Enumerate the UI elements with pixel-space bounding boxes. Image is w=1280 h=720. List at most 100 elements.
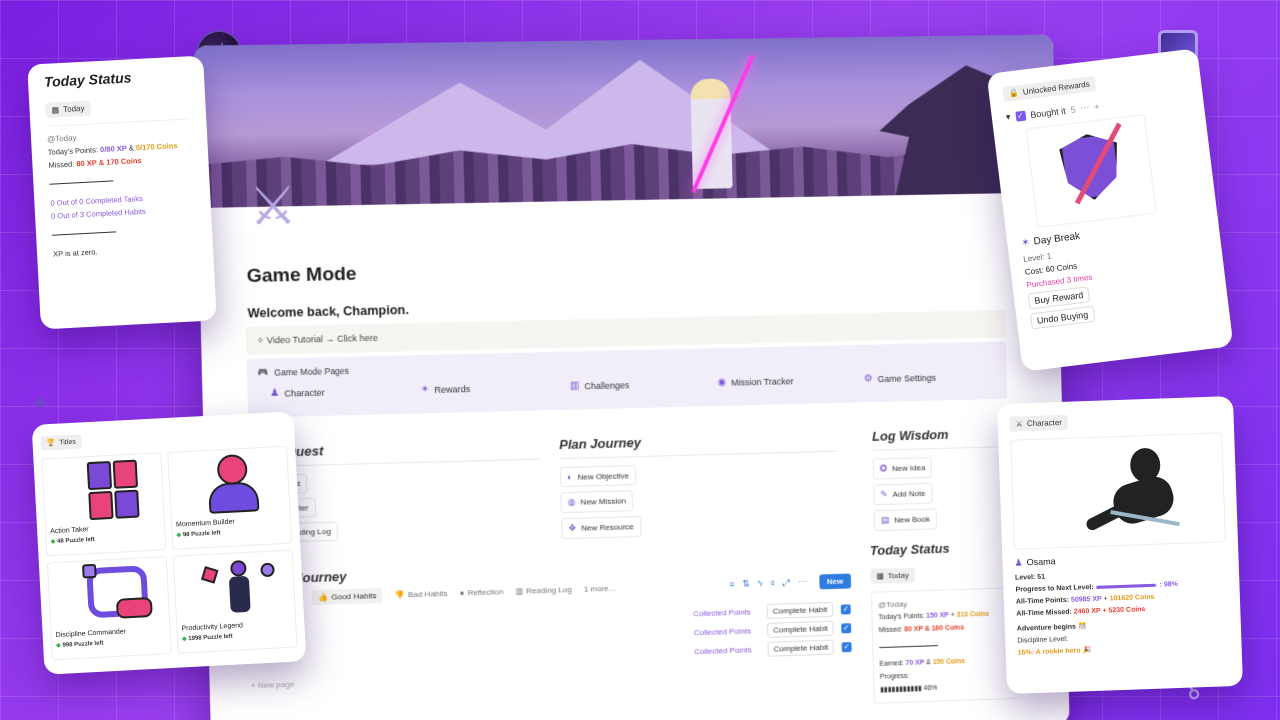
tab-reflection[interactable]: ● Reflection [460, 587, 504, 597]
today-chip[interactable]: ▦ Today [45, 100, 91, 118]
habit-checkbox[interactable]: ✓ [840, 603, 851, 615]
main-page: ⚔ Game Mode Welcome back, Champion. ✧ Vi… [193, 34, 1070, 720]
habit-checkbox[interactable]: ✓ [841, 622, 852, 633]
button-label: Add Note [892, 488, 926, 499]
filter-icon[interactable]: ≡ [729, 579, 734, 590]
complete-habit-button[interactable]: Complete Habit [766, 601, 834, 619]
character-name[interactable]: Osama [1026, 556, 1055, 568]
new-idea-button[interactable]: ✪ New Idea [872, 457, 933, 480]
page-link-character[interactable]: ♟ Character [258, 385, 409, 400]
page-link-challenges[interactable]: ▥ Challenges [558, 377, 706, 392]
button-label: New Objective [577, 470, 630, 482]
button-label: New Book [894, 514, 931, 525]
tab-label: Bad Habits [407, 588, 448, 600]
new-objective-button[interactable]: ◐ New Objective [559, 465, 637, 488]
trophy-icon: 🏆 [46, 439, 56, 448]
buy-reward-button[interactable]: Buy Reward [1027, 286, 1091, 310]
new-mission-button[interactable]: ◍ New Mission [560, 490, 634, 514]
tab-bad-habits[interactable]: 👎 Bad Habits [395, 589, 448, 600]
title-card-action-taker[interactable]: Action Taker ◆ 48 Puzzle left [41, 452, 167, 557]
more-options-icon[interactable]: ⋯ [798, 577, 807, 588]
momentum-builder-image [172, 450, 285, 518]
search-icon[interactable]: ⌕ [770, 578, 775, 589]
journey-heading: Journey [294, 568, 347, 586]
new-entry-button[interactable]: New [818, 573, 852, 590]
lightning-icon[interactable]: ϟ [758, 578, 763, 589]
side-today-status-heading: Today Status [869, 540, 950, 559]
page-link-mission-tracker[interactable]: ◉ Mission Tracker [705, 374, 852, 389]
tab-label: Good Habits [331, 591, 377, 602]
divider [49, 180, 114, 185]
side-today-status: Today Status ▦ Today @Today Today's Point… [870, 539, 1021, 704]
earned-label: Earned: [879, 660, 904, 668]
add-note-button[interactable]: ✎ Add Note [873, 482, 933, 506]
tab-label: Reading Log [526, 585, 572, 596]
new-book-button[interactable]: ▤ New Book [873, 508, 938, 532]
button-label: New Mission [580, 496, 627, 507]
add-icon[interactable]: + [1094, 101, 1100, 112]
alltime-missed-label: All-Time Missed: [1016, 608, 1072, 618]
puzzle-left: 1998 Puzzle left [188, 633, 233, 643]
button-label: New Resource [581, 522, 634, 533]
undo-buying-button[interactable]: Undo Buying [1030, 305, 1096, 330]
title-card-productivity-legend[interactable]: Productivity Legend ◆ 1998 Puzzle left [172, 549, 298, 654]
puzzle-icon: ◆ [176, 532, 182, 539]
complete-habit-button[interactable]: Complete Habit [767, 620, 834, 638]
chevron-down-icon[interactable]: ▾ [1005, 111, 1011, 122]
gamepad-icon: 🎮 [257, 366, 269, 378]
progress-blocks: ▮▮▮▮▮▮▮▮▮▮▮ [880, 685, 924, 694]
title-card-momentum-builder[interactable]: Momentum Builder ◆ 98 Puzzle left [167, 445, 293, 550]
tab-reading-log[interactable]: ▥ Reading Log [515, 585, 571, 596]
mission-icon: ◍ [567, 496, 576, 508]
character-icon: ♟ [269, 387, 280, 400]
calendar-icon: ▦ [876, 571, 884, 581]
discipline-commander-image [52, 560, 165, 628]
page-link-game-settings[interactable]: ⚙ Game Settings [852, 370, 997, 384]
tab-label: Reflection [467, 587, 504, 598]
plan-journey-heading: Plan Journey [559, 429, 838, 460]
mission-tracker-icon: ◉ [717, 376, 727, 389]
sort-icon[interactable]: ⇅ [742, 579, 750, 590]
chip-label: Titles [59, 438, 76, 447]
reward-name[interactable]: Day Break [1033, 231, 1081, 248]
character-chip[interactable]: ⚔ Character [1009, 414, 1069, 432]
video-tutorial-link[interactable]: Video Tutorial → Click here [267, 333, 378, 346]
titles-chip[interactable]: 🏆 Titles [40, 434, 83, 451]
calendar-icon: ▦ [51, 105, 60, 115]
puzzle-icon: ◆ [56, 642, 62, 650]
complete-habit-button[interactable]: Complete Habit [767, 639, 835, 657]
page-link-label: Character [284, 387, 325, 399]
new-page-button[interactable]: + New page [251, 680, 295, 691]
game-settings-icon: ⚙ [863, 373, 873, 385]
unlocked-rewards-chip[interactable]: 🔒 Unlocked Rewards [1002, 75, 1097, 103]
plan-journey-column: Plan Journey ◐ New Objective ◍ New Mission… [559, 429, 840, 544]
expand-icon[interactable]: ⤢ [783, 577, 790, 588]
book-icon: ▤ [880, 514, 890, 525]
thumbs-down-icon: 👎 [394, 590, 405, 600]
points-coins: 310 Coins [956, 610, 990, 619]
group-checkbox[interactable]: ✓ [1014, 110, 1026, 122]
tab-good-habits[interactable]: 👍 Good Habits [311, 587, 383, 606]
title-card-discipline-commander[interactable]: Discipline Commander ◆ 998 Puzzle left [46, 556, 172, 661]
side-status-card: @Today Today's Points: 150 XP + 310 Coin… [870, 587, 1021, 704]
missed-label: Missed: [48, 159, 75, 170]
table-row: Collected Points Complete Habit ✓ [693, 601, 851, 621]
divider [879, 645, 939, 649]
divider [52, 231, 117, 236]
shield-icon [1058, 131, 1124, 204]
table-row: Collected Points Complete Habit ✓ [694, 620, 852, 640]
tab-more[interactable]: 1 more... [584, 584, 616, 594]
page-link-rewards[interactable]: ✶ Rewards [408, 381, 558, 396]
habits-table: Collected Points Complete Habit ✓ Collec… [693, 601, 852, 663]
game-mode-pages-callout: 🎮 Game Mode Pages ♟ Character ✶ Rewards ▥ C… [246, 341, 1008, 418]
thumbs-up-icon: 👍 [317, 592, 329, 603]
progress-label: Progress to Next Level: [1015, 583, 1094, 594]
objective-icon: ◐ [566, 471, 573, 482]
more-options-icon[interactable]: ⋯ [1080, 102, 1090, 114]
habit-checkbox[interactable]: ✓ [841, 641, 852, 652]
new-resource-button[interactable]: ❖ New Resource [561, 515, 642, 540]
today-chip[interactable]: ▦ Today [870, 567, 915, 584]
rewards-icon: ✶ [420, 384, 430, 396]
alltime-points-label: All-Time Points: [1015, 596, 1070, 606]
titles-gallery: Action Taker ◆ 48 Puzzle left Momentum B… [41, 445, 298, 661]
